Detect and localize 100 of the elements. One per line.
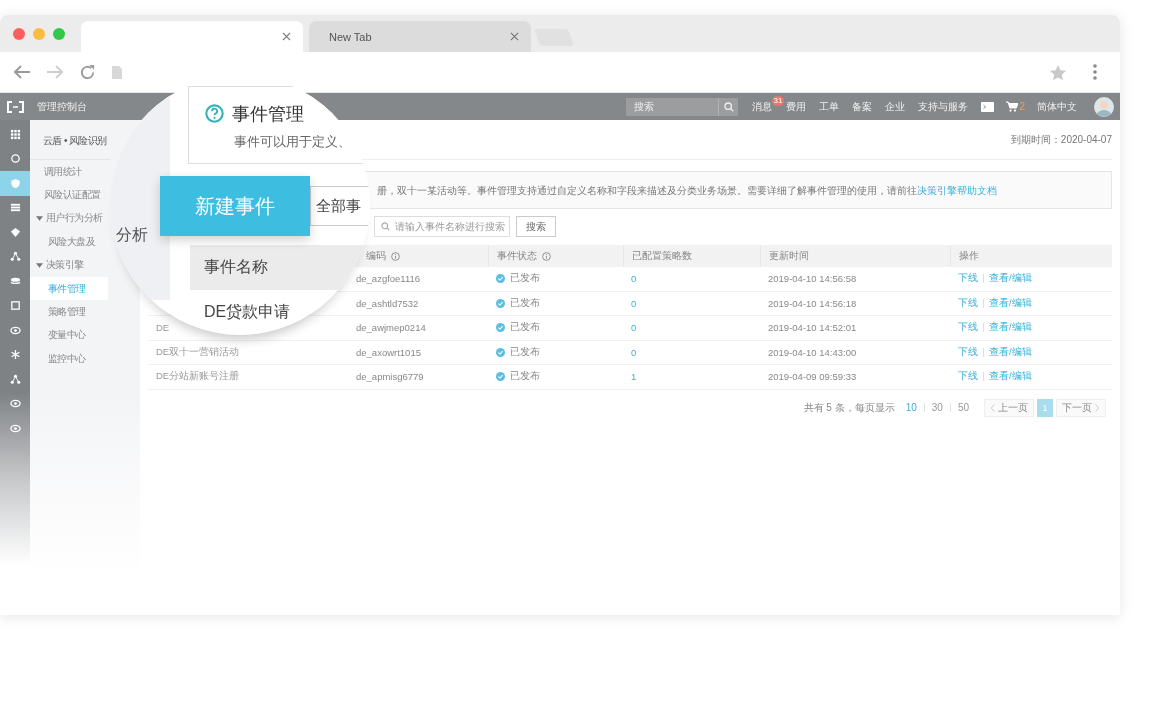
sidebar-item[interactable]: 用户行为分析 <box>30 206 108 231</box>
caret-down-icon[interactable] <box>36 214 43 222</box>
check-circle-icon <box>496 347 505 357</box>
action-link[interactable]: 下线 <box>958 321 978 335</box>
nodes-icon <box>9 373 21 385</box>
diamond-icon <box>9 226 21 238</box>
column-header: 事件名称 <box>204 257 268 277</box>
page-title: 事件管理 <box>232 103 304 126</box>
logo-icon[interactable] <box>7 100 24 113</box>
sidebar-item[interactable]: 决策引擎 <box>30 253 108 277</box>
shield-icon <box>9 177 21 189</box>
close-icon[interactable] <box>282 32 291 41</box>
console-title[interactable]: 管理控制台 <box>37 99 87 114</box>
table-cell-text: DE贷款申请 <box>204 302 291 322</box>
count-link[interactable]: 0 <box>631 322 637 334</box>
action-link[interactable]: 下线 <box>958 370 978 384</box>
browser-tab[interactable]: New Tab <box>309 21 531 52</box>
table-cell: de_azgfoe1116 <box>356 273 421 285</box>
pagination-summary: 共有 5 条，每页显示 <box>803 400 895 415</box>
table-cell: 2019-04-10 14:43:00 <box>768 346 857 358</box>
count-link[interactable]: 0 <box>631 297 637 309</box>
sidebar-item[interactable]: 变量中心 <box>30 323 108 348</box>
search-field[interactable]: 搜索 <box>625 97 718 116</box>
square-icon <box>9 300 21 312</box>
sidebar-item[interactable]: 事件管理 <box>30 276 108 301</box>
back-icon[interactable] <box>13 64 31 80</box>
nav-link[interactable]: 工单 <box>819 99 840 114</box>
status-text: 已发布 <box>510 272 540 286</box>
sidebar-item[interactable]: 风险大盘及 <box>30 230 108 254</box>
count-link[interactable]: 1 <box>631 371 637 383</box>
check-circle-icon <box>496 274 505 284</box>
nav-link[interactable]: 费用 <box>786 99 807 114</box>
create-button[interactable]: 新建事件 <box>160 176 310 236</box>
nav-link[interactable]: 简体中文 <box>1037 99 1077 114</box>
sidebar-text: 分析 <box>116 225 148 245</box>
count-badge: 31 <box>771 95 785 106</box>
table-cell: DE双十一营销活动 <box>156 345 240 359</box>
reload-icon[interactable] <box>79 63 96 81</box>
column-header: 编码 <box>366 249 386 263</box>
sidebar-item[interactable]: 策略管理 <box>30 300 108 324</box>
grid-icon <box>9 128 21 140</box>
action-link[interactable]: 下线 <box>958 272 978 286</box>
page-size-option[interactable]: 30 <box>928 402 946 413</box>
column-header: 更新时间 <box>769 249 809 263</box>
status-text: 已发布 <box>510 296 540 310</box>
cart-icon[interactable] <box>1006 101 1019 112</box>
ring-icon <box>9 153 21 165</box>
action-link[interactable]: 下线 <box>958 345 978 359</box>
table-cell: de_axowrt1015 <box>356 346 421 358</box>
prev-page-button[interactable]: 上一页 <box>984 398 1034 417</box>
close-window-button[interactable] <box>13 27 25 40</box>
action-link[interactable]: 查看/编辑 <box>989 321 1032 335</box>
help-link[interactable]: 决策引擎帮助文档 <box>917 184 997 196</box>
nav-link[interactable]: 消息 <box>751 99 772 114</box>
avatar-icon[interactable] <box>1094 96 1114 117</box>
filter-button[interactable]: 全部事 <box>310 186 370 226</box>
rail-button[interactable] <box>0 171 30 196</box>
action-link[interactable]: 查看/编辑 <box>989 272 1032 286</box>
chevron-right-icon <box>1095 403 1100 412</box>
column-header: 操作 <box>959 249 979 263</box>
check-circle-icon <box>496 323 505 333</box>
action-link[interactable]: 查看/编辑 <box>989 296 1032 310</box>
sidebar-item[interactable]: 风险认证配置 <box>30 183 108 207</box>
close-icon[interactable] <box>510 32 519 41</box>
page-subtitle: 事件可以用于定义、 <box>234 134 351 151</box>
search-icon[interactable] <box>717 97 738 116</box>
table-cell: DE <box>156 322 170 334</box>
nav-link[interactable]: 备案 <box>852 99 873 114</box>
table-cell: DE分站新账号注册 <box>156 370 240 384</box>
next-page-button[interactable]: 下一页 <box>1056 398 1106 417</box>
nav-link[interactable]: 企业 <box>885 99 906 114</box>
action-link[interactable]: 查看/编辑 <box>989 345 1032 359</box>
search-button[interactable]: 搜索 <box>516 216 556 237</box>
maximize-window-button[interactable] <box>53 27 65 40</box>
check-circle-icon <box>496 298 505 308</box>
sidebar-item[interactable]: 监控中心 <box>30 347 108 371</box>
count-link[interactable]: 0 <box>631 273 637 285</box>
page-size-option[interactable]: 50 <box>954 402 972 413</box>
sidebar-item[interactable]: 调用统计 <box>30 160 108 184</box>
table-cell: de_ashtld7532 <box>356 297 419 309</box>
page-size-option[interactable]: 10 <box>902 402 920 413</box>
table-cell: 2019-04-10 14:52:01 <box>768 322 857 334</box>
search-icon <box>381 222 390 231</box>
cart-count: 2 <box>1019 101 1025 112</box>
asterisk-icon <box>9 349 21 361</box>
caret-down-icon[interactable] <box>36 261 43 269</box>
menu-icon[interactable] <box>1093 64 1097 80</box>
action-link[interactable]: 下线 <box>958 296 978 310</box>
star-icon[interactable] <box>1049 63 1067 81</box>
question-circle-icon <box>205 104 224 123</box>
search-field[interactable]: 请输入事件名称进行搜索 <box>374 216 510 237</box>
nav-link[interactable]: 支持与服务 <box>918 99 969 114</box>
count-link[interactable]: 0 <box>631 346 637 358</box>
action-link[interactable]: 查看/编辑 <box>989 370 1032 384</box>
status-text: 已发布 <box>510 370 540 384</box>
nodes-icon <box>9 251 21 263</box>
eye-icon <box>9 422 21 434</box>
stack-icon <box>9 275 21 287</box>
page-icon <box>111 64 123 80</box>
terminal-icon[interactable] <box>981 101 995 112</box>
